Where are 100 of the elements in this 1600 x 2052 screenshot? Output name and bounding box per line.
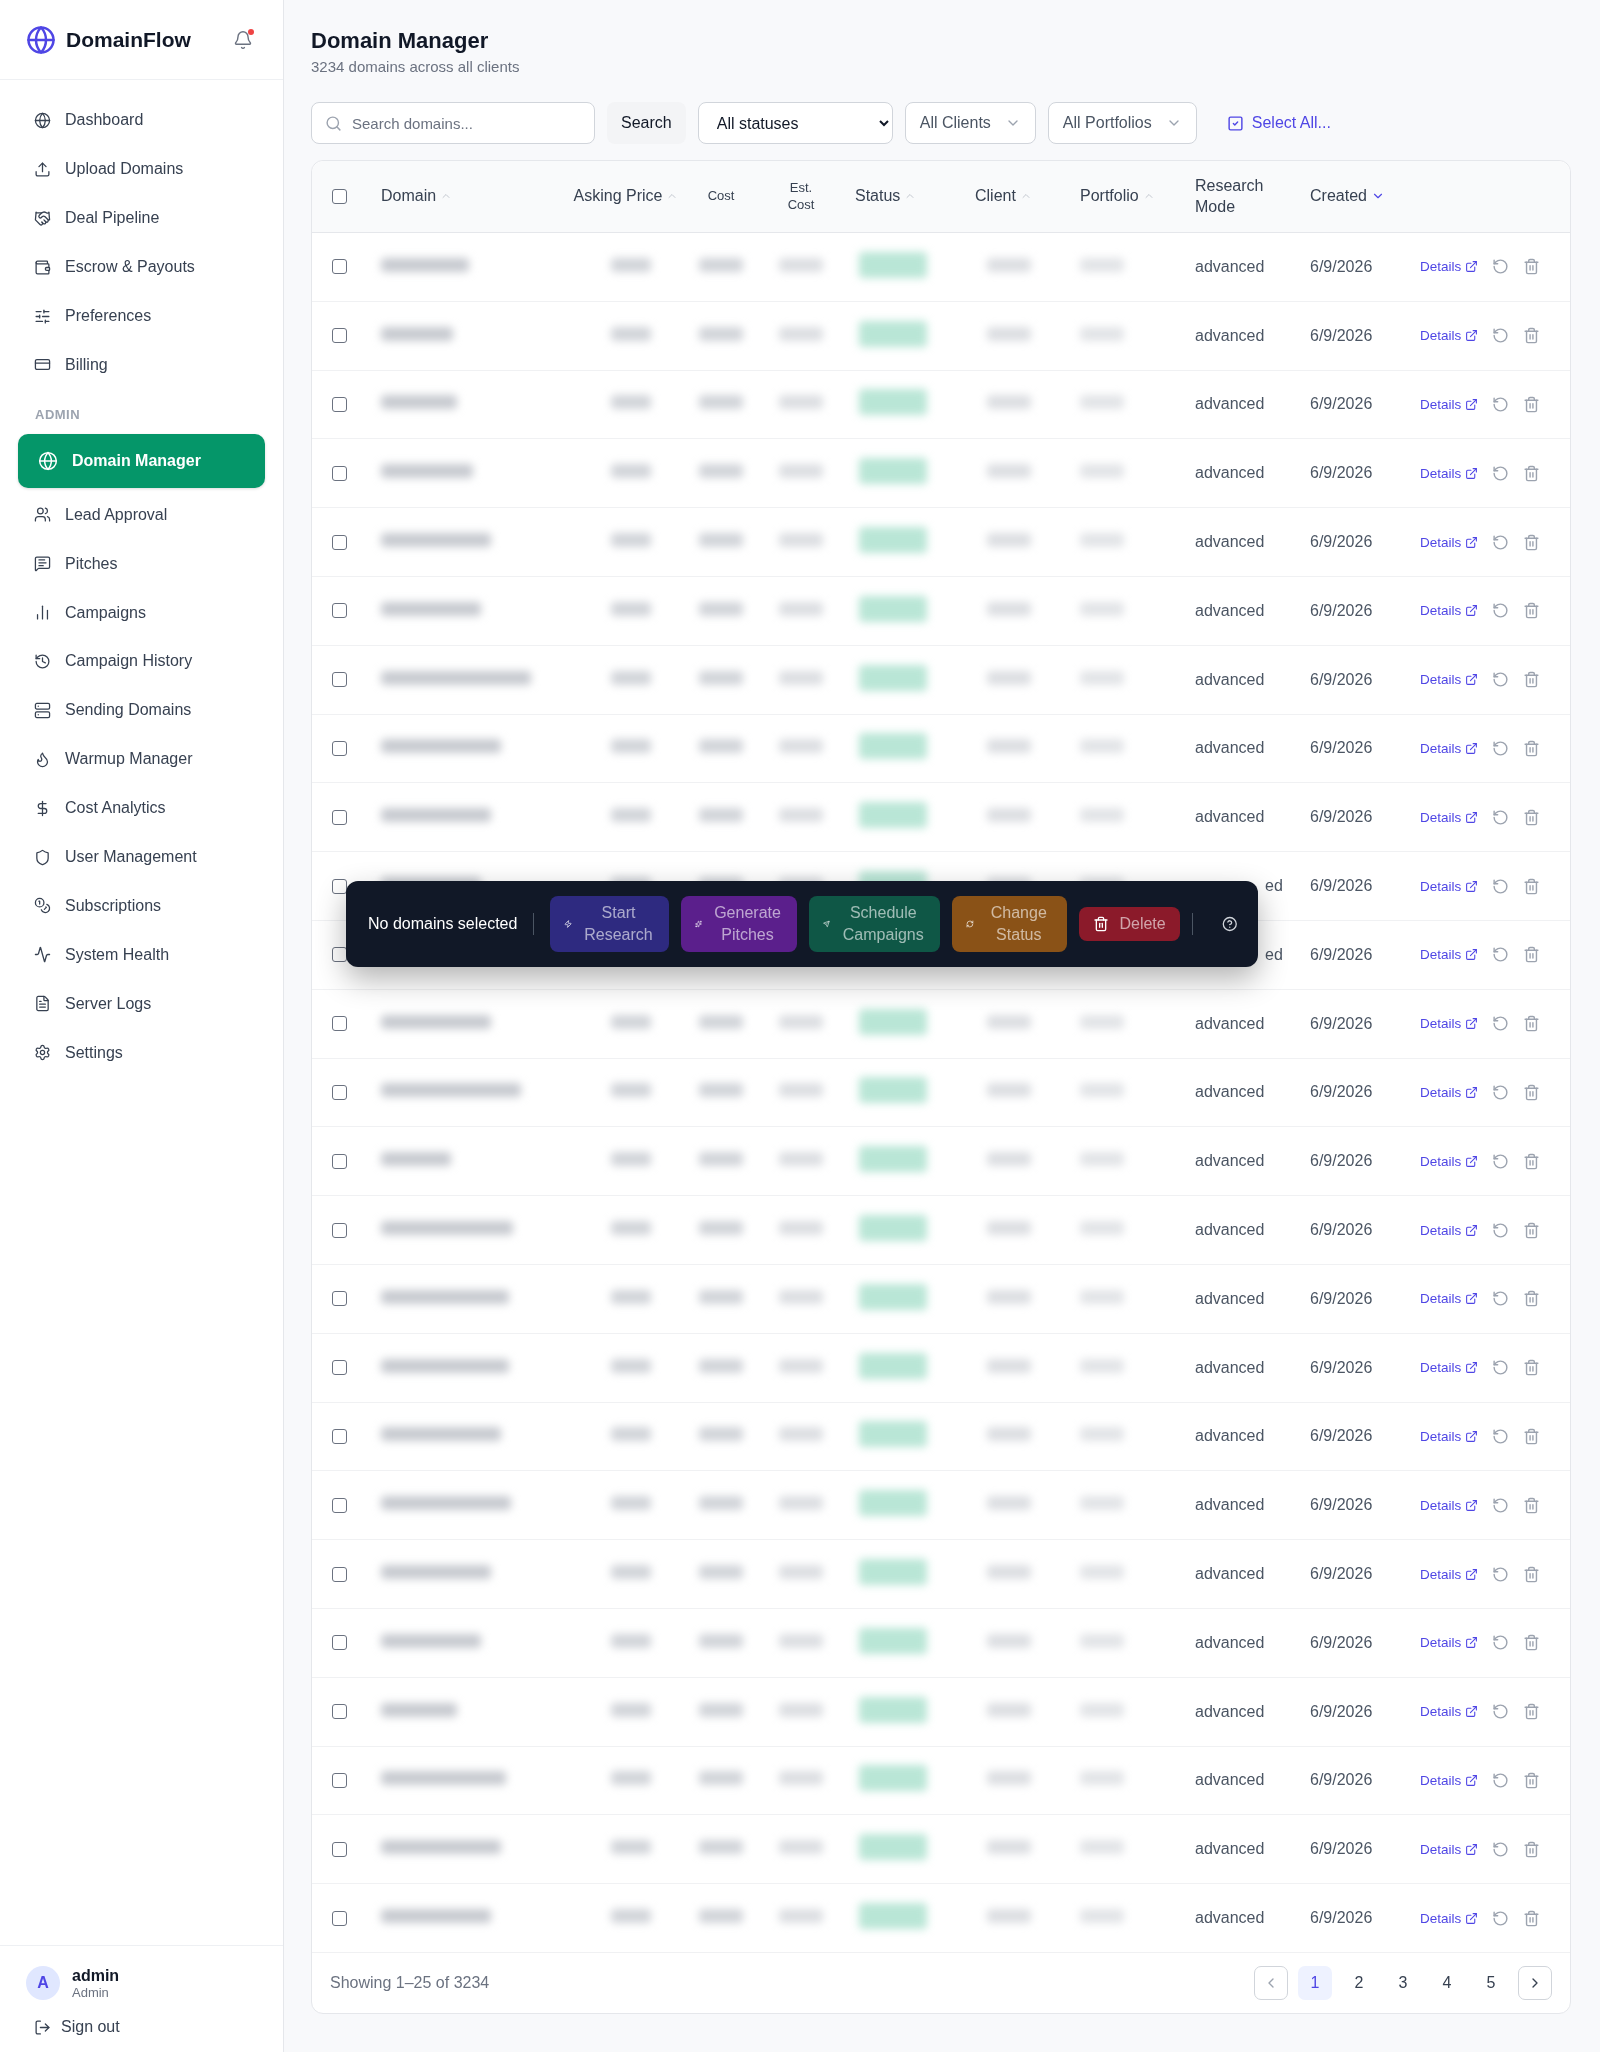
- details-link[interactable]: Details: [1420, 1772, 1479, 1788]
- nav-item[interactable]: Campaign History: [18, 637, 265, 686]
- delete-icon[interactable]: [1523, 739, 1541, 757]
- delete-icon[interactable]: [1523, 1221, 1541, 1239]
- nav-item[interactable]: Upload Domains: [18, 144, 265, 194]
- help-icon[interactable]: [1222, 914, 1238, 934]
- search-button[interactable]: Search: [607, 102, 686, 144]
- row-checkbox[interactable]: [332, 534, 347, 550]
- column-header[interactable]: Status: [841, 186, 961, 207]
- details-link[interactable]: Details: [1420, 1704, 1479, 1720]
- sign-out-link[interactable]: Sign out: [34, 2018, 120, 2036]
- reset-icon[interactable]: [1492, 1496, 1510, 1514]
- delete-icon[interactable]: [1523, 258, 1541, 276]
- row-checkbox[interactable]: [332, 878, 347, 894]
- nav-item[interactable]: Sending Domains: [18, 685, 265, 735]
- reset-icon[interactable]: [1492, 1015, 1510, 1033]
- reset-icon[interactable]: [1492, 258, 1510, 276]
- delete-icon[interactable]: [1523, 1909, 1541, 1927]
- select-all-button[interactable]: Select All...: [1220, 113, 1337, 133]
- nav-item[interactable]: Lead Approval: [18, 490, 265, 540]
- row-checkbox[interactable]: [332, 259, 347, 275]
- details-link[interactable]: Details: [1420, 1497, 1479, 1513]
- reset-icon[interactable]: [1492, 1152, 1510, 1170]
- details-link[interactable]: Details: [1420, 1635, 1479, 1651]
- reset-icon[interactable]: [1492, 1083, 1510, 1101]
- details-link[interactable]: Details: [1420, 809, 1479, 825]
- details-link[interactable]: Details: [1420, 328, 1479, 344]
- delete-icon[interactable]: [1523, 1290, 1541, 1308]
- row-checkbox[interactable]: [332, 1910, 347, 1926]
- reset-icon[interactable]: [1492, 1290, 1510, 1308]
- details-link[interactable]: Details: [1420, 1428, 1479, 1444]
- reset-icon[interactable]: [1492, 1565, 1510, 1583]
- reset-icon[interactable]: [1492, 808, 1510, 826]
- details-link[interactable]: Details: [1420, 534, 1479, 550]
- nav-item[interactable]: Cost Analytics: [18, 783, 265, 833]
- delete-icon[interactable]: [1523, 808, 1541, 826]
- row-checkbox[interactable]: [332, 328, 347, 344]
- reset-icon[interactable]: [1492, 1840, 1510, 1858]
- nav-item[interactable]: Domain Manager: [18, 434, 265, 489]
- delete-icon[interactable]: [1523, 1634, 1541, 1652]
- row-checkbox[interactable]: [332, 1497, 347, 1513]
- reset-icon[interactable]: [1492, 671, 1510, 689]
- reset-icon[interactable]: [1492, 1703, 1510, 1721]
- reset-icon[interactable]: [1492, 739, 1510, 757]
- nav-item[interactable]: Deal Pipeline: [18, 193, 265, 243]
- details-link[interactable]: Details: [1420, 947, 1479, 963]
- nav-item[interactable]: Campaigns: [18, 588, 265, 637]
- delete-icon[interactable]: [1523, 1771, 1541, 1789]
- nav-item[interactable]: Billing: [18, 340, 265, 390]
- search-field[interactable]: Search domains...: [311, 102, 595, 144]
- nav-item[interactable]: Dashboard: [18, 96, 265, 145]
- reset-icon[interactable]: [1492, 327, 1510, 345]
- row-checkbox[interactable]: [332, 603, 347, 619]
- reset-icon[interactable]: [1492, 877, 1510, 895]
- details-link[interactable]: Details: [1420, 397, 1479, 412]
- clients-dropdown[interactable]: All Clients: [904, 102, 1036, 144]
- details-link[interactable]: Details: [1420, 465, 1479, 481]
- row-checkbox[interactable]: [332, 1566, 347, 1582]
- delete-icon[interactable]: [1523, 396, 1541, 413]
- status-select[interactable]: All statuses: [697, 102, 893, 144]
- row-checkbox[interactable]: [332, 1153, 347, 1169]
- page-button[interactable]: 1: [1298, 1965, 1332, 2000]
- reset-icon[interactable]: [1492, 1771, 1510, 1789]
- delete-icon[interactable]: [1523, 1083, 1541, 1101]
- nav-item[interactable]: User Management: [18, 832, 265, 882]
- nav-item[interactable]: Server Logs: [18, 979, 265, 1029]
- delete-icon[interactable]: [1523, 1152, 1541, 1170]
- row-checkbox[interactable]: [332, 1635, 347, 1651]
- row-checkbox[interactable]: [332, 809, 347, 825]
- details-link[interactable]: Details: [1420, 1910, 1479, 1926]
- nav-item[interactable]: Preferences: [18, 291, 265, 341]
- reset-icon[interactable]: [1492, 396, 1510, 413]
- select-all-checkbox[interactable]: [332, 189, 347, 204]
- reset-icon[interactable]: [1492, 1359, 1510, 1377]
- row-checkbox[interactable]: [332, 672, 347, 688]
- delete-icon[interactable]: [1523, 1496, 1541, 1514]
- details-link[interactable]: Details: [1420, 1841, 1479, 1857]
- row-checkbox[interactable]: [332, 1291, 347, 1307]
- nav-item[interactable]: Escrow & Payouts: [18, 242, 265, 292]
- details-link[interactable]: Details: [1420, 1222, 1479, 1238]
- details-link[interactable]: Details: [1420, 672, 1479, 688]
- reset-icon[interactable]: [1492, 602, 1510, 620]
- reset-icon[interactable]: [1492, 1634, 1510, 1652]
- details-link[interactable]: Details: [1420, 1566, 1479, 1582]
- details-link[interactable]: Details: [1420, 878, 1479, 894]
- reset-icon[interactable]: [1492, 1909, 1510, 1927]
- details-link[interactable]: Details: [1420, 259, 1479, 275]
- next-page-button[interactable]: [1518, 1965, 1552, 2000]
- row-checkbox[interactable]: [332, 1084, 347, 1100]
- row-checkbox[interactable]: [332, 1772, 347, 1788]
- delete-icon[interactable]: [1523, 1359, 1541, 1377]
- row-checkbox[interactable]: [332, 1428, 347, 1444]
- details-link[interactable]: Details: [1420, 740, 1479, 756]
- nav-item[interactable]: System Health: [18, 930, 265, 980]
- delete-icon[interactable]: [1523, 1703, 1541, 1721]
- row-checkbox[interactable]: [332, 397, 347, 412]
- column-header[interactable]: Portfolio: [1066, 186, 1181, 207]
- reset-icon[interactable]: [1492, 946, 1510, 964]
- details-link[interactable]: Details: [1420, 1291, 1479, 1307]
- details-link[interactable]: Details: [1420, 1153, 1479, 1169]
